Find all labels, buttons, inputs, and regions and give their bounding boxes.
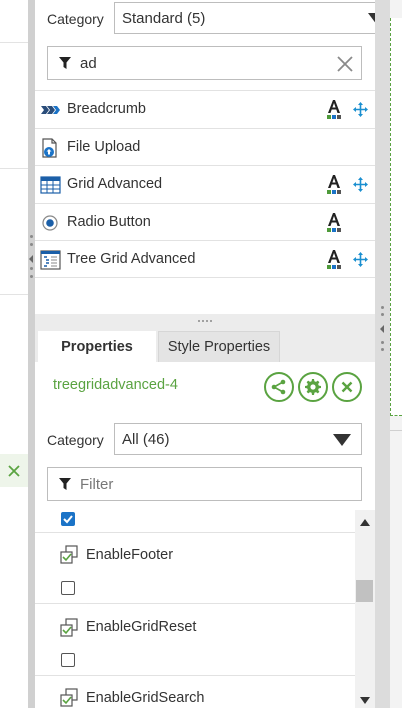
- file-upload-icon: [42, 137, 57, 158]
- property-toggle-icon: [60, 618, 78, 637]
- delete-button[interactable]: [332, 372, 362, 402]
- property-scrollbar[interactable]: [355, 510, 375, 708]
- property-list: EnableFooter EnableGridReset EnableGridS…: [35, 510, 375, 708]
- side-panel: Category Standard (5) ad Breadcrumb File…: [35, 0, 397, 708]
- property-name: EnableFooter: [86, 547, 174, 563]
- scroll-thumb[interactable]: [356, 580, 373, 602]
- style-text-icon[interactable]: [326, 99, 342, 120]
- prop-category-select[interactable]: All (46): [114, 423, 362, 455]
- close-icon[interactable]: [0, 454, 28, 487]
- component-list: Breadcrumb File Upload Grid Advanced Rad…: [35, 90, 375, 278]
- breadcrumb-icon: [41, 106, 60, 114]
- prop-category-value: All (46): [122, 430, 170, 448]
- list-item[interactable]: Grid Advanced: [35, 165, 375, 203]
- selection-outline: [390, 18, 402, 416]
- component-search-input[interactable]: ad: [47, 46, 362, 80]
- move-icon[interactable]: [353, 252, 368, 267]
- radio-icon: [42, 214, 58, 231]
- category-select-value: Standard (5): [122, 9, 206, 27]
- property-checkbox[interactable]: [61, 653, 75, 667]
- category-label: Category: [47, 11, 104, 27]
- object-name: treegridadvanced-4: [53, 377, 178, 393]
- property-name: EnableGridSearch: [86, 690, 205, 706]
- tab-style-properties[interactable]: Style Properties: [158, 331, 280, 362]
- property-name: EnableGridReset: [86, 619, 197, 635]
- section-resize-handle[interactable]: [35, 314, 375, 331]
- close-icon: [341, 381, 353, 393]
- tab-properties[interactable]: Properties: [38, 331, 156, 362]
- list-item[interactable]: File Upload: [35, 127, 375, 166]
- move-icon[interactable]: [353, 102, 368, 117]
- property-toggle-icon: [60, 545, 78, 564]
- search-value: ad: [80, 54, 97, 72]
- scroll-up-icon[interactable]: [360, 519, 370, 526]
- category-select[interactable]: Standard (5): [114, 2, 397, 34]
- chevron-down-icon: [333, 434, 351, 446]
- divider: [0, 294, 28, 295]
- gear-icon: [305, 379, 321, 395]
- divider: [0, 42, 28, 43]
- components-section: Category Standard (5) ad Breadcrumb File…: [35, 0, 397, 314]
- property-filter-input[interactable]: Filter: [47, 467, 362, 501]
- style-text-icon[interactable]: [326, 212, 342, 233]
- check-icon: [63, 515, 73, 524]
- tree-grid-icon: [40, 250, 61, 270]
- panel-resize-handle[interactable]: [375, 0, 390, 708]
- clear-icon[interactable]: [336, 55, 354, 73]
- filter-icon: [59, 477, 71, 490]
- share-button[interactable]: [264, 372, 294, 402]
- list-item-label: File Upload: [67, 138, 141, 155]
- list-item-label: Grid Advanced: [67, 176, 163, 192]
- properties-tabs: Properties Style Properties: [35, 331, 375, 362]
- property-checkbox[interactable]: [61, 581, 75, 595]
- scroll-down-icon[interactable]: [360, 697, 370, 704]
- style-text-icon[interactable]: [326, 174, 342, 195]
- collapse-left-icon[interactable]: [29, 255, 34, 263]
- collapse-right-icon[interactable]: [380, 325, 385, 333]
- divider: [0, 168, 28, 169]
- style-text-icon[interactable]: [326, 249, 342, 270]
- list-item[interactable]: Breadcrumb: [35, 90, 375, 128]
- list-item-label: Radio Button: [67, 213, 151, 230]
- list-item[interactable]: Tree Grid Advanced: [35, 240, 375, 278]
- property-toggle-icon: [60, 688, 78, 707]
- filter-placeholder: Filter: [80, 475, 114, 493]
- panel-resize-handle[interactable]: [28, 0, 35, 708]
- prop-category-label: Category: [47, 432, 104, 448]
- canvas-left-edge: [0, 0, 28, 708]
- move-icon[interactable]: [353, 177, 368, 192]
- grid-icon: [40, 176, 61, 194]
- canvas-right-edge: [390, 0, 402, 708]
- filter-icon: [59, 56, 71, 69]
- list-item-label: Breadcrumb: [67, 101, 146, 117]
- property-checkbox[interactable]: [61, 512, 75, 526]
- share-icon: [271, 379, 286, 395]
- list-item-label: Tree Grid Advanced: [67, 251, 196, 267]
- list-item[interactable]: Radio Button: [35, 202, 375, 241]
- settings-button[interactable]: [298, 372, 328, 402]
